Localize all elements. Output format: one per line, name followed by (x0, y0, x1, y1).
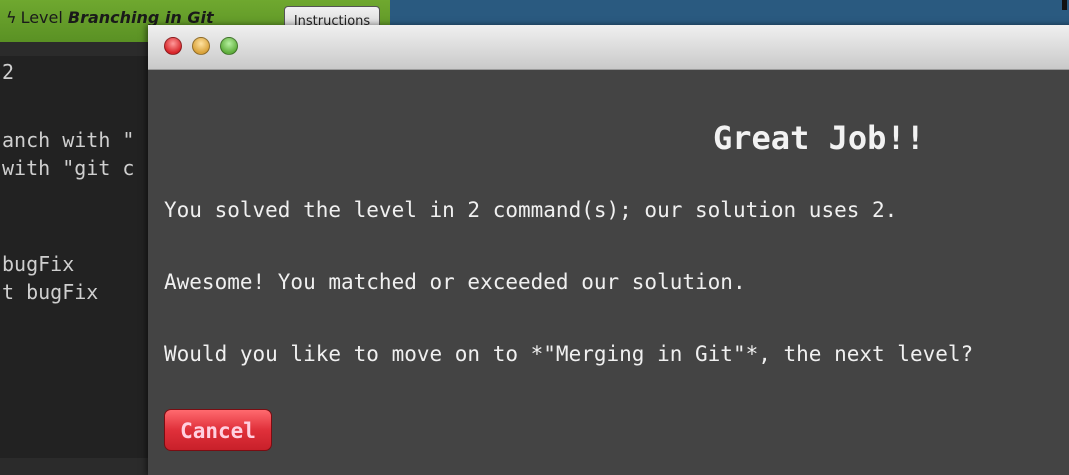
pane-marker (1062, 0, 1067, 10)
minimize-window-button[interactable] (192, 37, 210, 55)
bolt-icon: ϟ (6, 8, 17, 27)
terminal-line: 2 (2, 60, 15, 84)
level-prefix: Level (20, 8, 63, 27)
terminal-line: t bugFix (2, 280, 99, 304)
terminal-line: anch with " (2, 128, 135, 152)
terminal-line: with "git c (2, 156, 135, 180)
cancel-button[interactable]: Cancel (164, 409, 272, 451)
feedback-message: Awesome! You matched or exceeded our sol… (164, 270, 746, 294)
dialog-titlebar (148, 25, 1069, 70)
terminal-pane: 2 anch with " with "git c bugFix t bugFi… (0, 56, 150, 458)
dialog-title: Great Job!! (713, 119, 925, 157)
next-level-prompt: Would you like to move on to *"Merging i… (164, 342, 974, 366)
maximize-window-button[interactable] (220, 37, 238, 55)
close-window-button[interactable] (164, 37, 182, 55)
level-complete-dialog: Great Job!! You solved the level in 2 co… (148, 25, 1069, 475)
visualization-pane (390, 0, 1069, 26)
result-message: You solved the level in 2 command(s); ou… (164, 198, 898, 222)
terminal-line: bugFix (2, 252, 75, 276)
